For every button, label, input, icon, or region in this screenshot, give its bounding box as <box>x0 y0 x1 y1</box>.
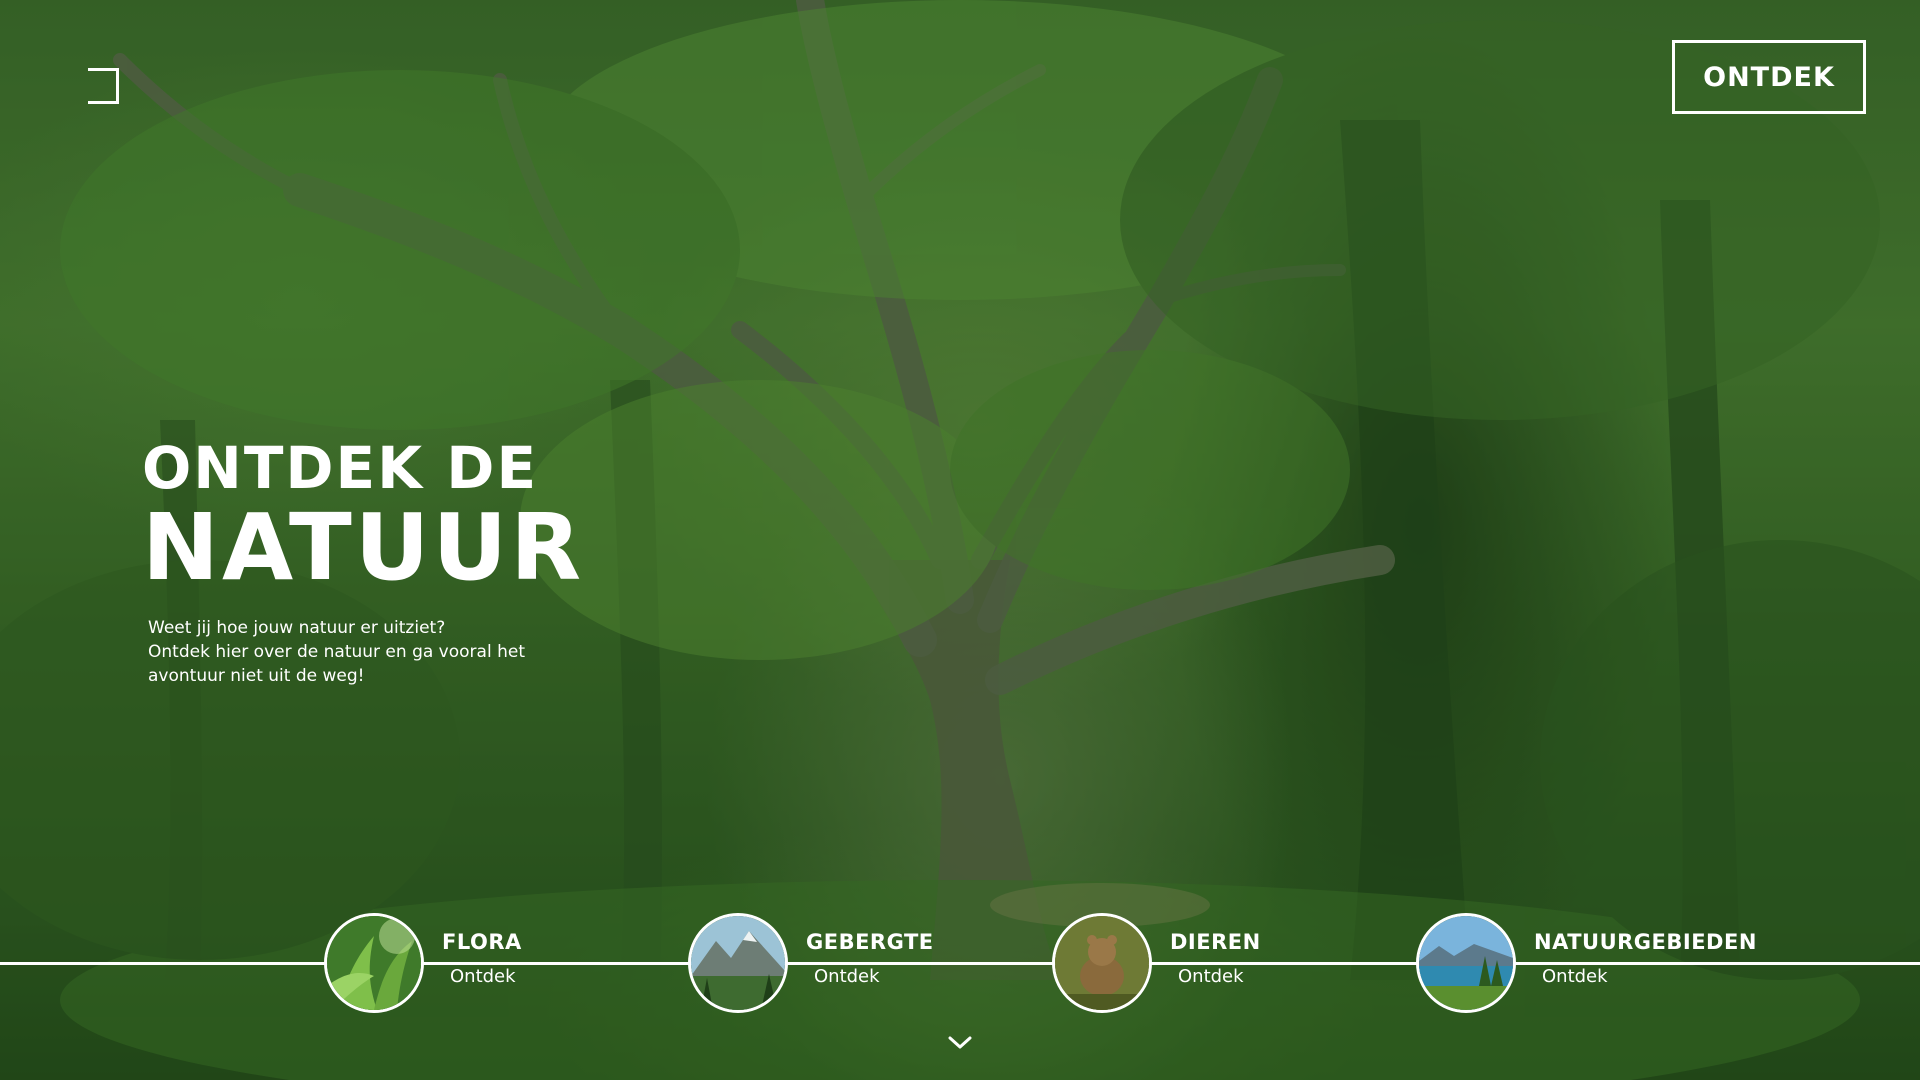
category-title: DIEREN <box>1170 930 1261 954</box>
hero-description-line: Ontdek hier over de natuur en ga vooral … <box>148 642 525 662</box>
hero-description-line: Weet jij hoe jouw natuur er uitziet? <box>148 618 446 638</box>
hero-description: Weet jij hoe jouw natuur er uitziet? Ont… <box>148 616 548 688</box>
category-title: FLORA <box>442 930 522 954</box>
menu-bracket-icon[interactable] <box>88 68 120 104</box>
mountain-thumbnail-icon[interactable] <box>688 913 788 1013</box>
category-ontdek-link[interactable]: Ontdek <box>1542 966 1608 987</box>
hero-title-line1: ONTDEK DE <box>142 434 539 502</box>
animal-thumbnail-icon[interactable] <box>1052 913 1152 1013</box>
category-ontdek-link[interactable]: Ontdek <box>814 966 880 987</box>
category-ontdek-link[interactable]: Ontdek <box>1178 966 1244 987</box>
ontdek-button[interactable]: ONTDEK <box>1672 40 1866 114</box>
hero-title-line2: NATUUR <box>142 494 585 601</box>
lake-thumbnail-icon[interactable] <box>1416 913 1516 1013</box>
plant-thumbnail-icon[interactable] <box>324 913 424 1013</box>
hero-section: ONTDEK DE NATUUR Weet jij hoe jouw natuu… <box>142 436 702 688</box>
hero-description-line: avontuur niet uit de weg! <box>148 666 365 686</box>
landing-page: ONTDEK ONTDEK DE NATUUR Weet jij hoe jou… <box>0 0 1920 1080</box>
timeline-line <box>0 962 1920 965</box>
category-title: GEBERGTE <box>806 930 934 954</box>
category-title: NATUURGEBIEDEN <box>1534 930 1757 954</box>
category-ontdek-link[interactable]: Ontdek <box>450 966 516 987</box>
chevron-down-icon[interactable] <box>948 1036 972 1050</box>
